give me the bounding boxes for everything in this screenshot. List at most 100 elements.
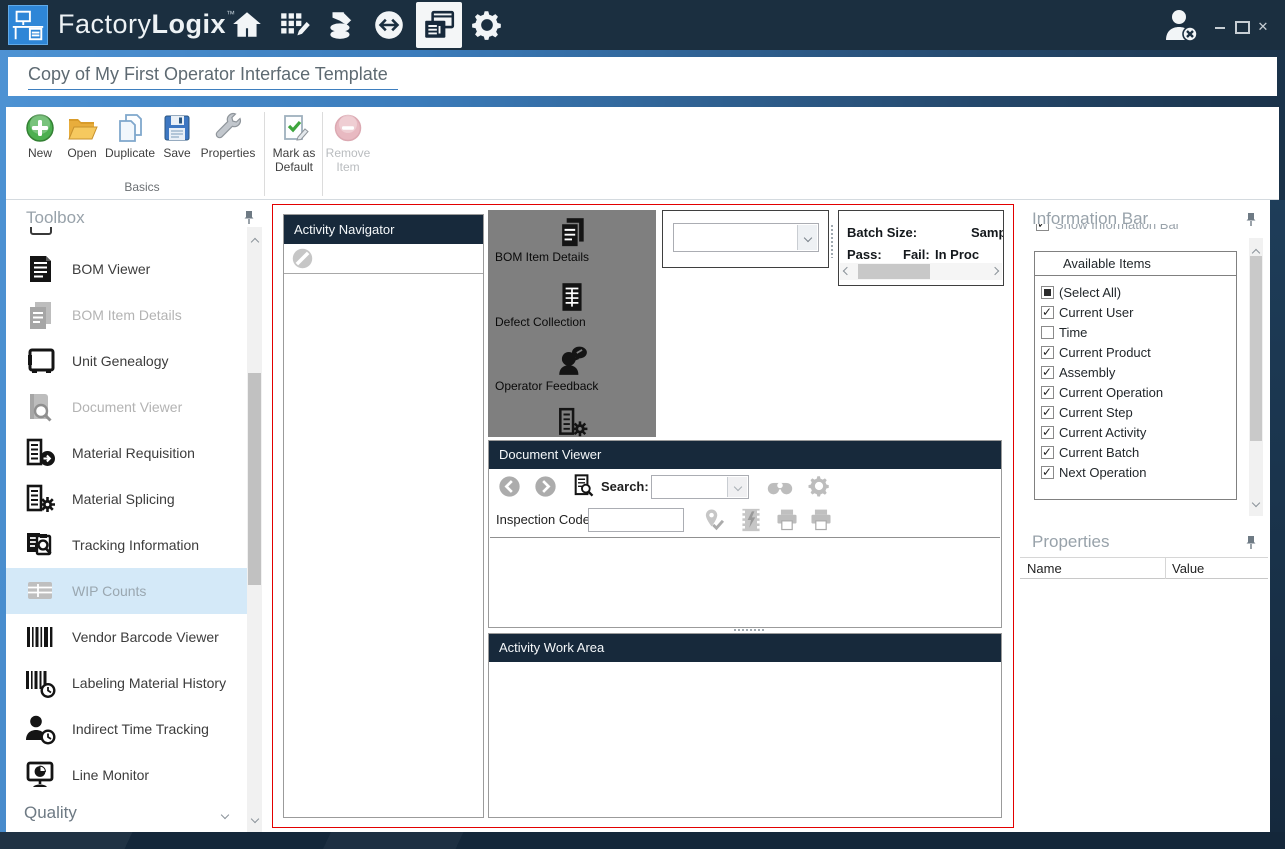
next-operation-checkbox[interactable] bbox=[1041, 466, 1054, 479]
batch-scrollbar-thumb[interactable] bbox=[858, 264, 930, 279]
save-button[interactable]: Save bbox=[158, 112, 196, 160]
current-user-logout-icon[interactable] bbox=[1163, 8, 1201, 44]
show-information-bar-checkbox[interactable] bbox=[1036, 224, 1049, 231]
information-bar-pin-icon[interactable] bbox=[1245, 212, 1257, 232]
toolbox-item-unit-genealogy[interactable]: Unit Genealogy bbox=[6, 338, 247, 384]
properties-button[interactable]: Properties bbox=[196, 112, 260, 160]
available-item-current-step[interactable]: Current Step bbox=[1035, 402, 1236, 422]
operator-interfaces-icon-active[interactable] bbox=[422, 9, 456, 43]
current-operation-checkbox[interactable] bbox=[1041, 386, 1054, 399]
open-button[interactable]: Open bbox=[62, 112, 102, 160]
toolbox-section-quality[interactable]: Quality bbox=[6, 798, 247, 832]
binoculars-icon[interactable] bbox=[767, 478, 793, 496]
available-item-current-operation[interactable]: Current Operation bbox=[1035, 382, 1236, 402]
pin-check-icon[interactable] bbox=[701, 507, 727, 533]
vertical-splitter-handle[interactable] bbox=[830, 224, 834, 258]
toolbox-item-labeling-material-history[interactable]: Labeling Material History bbox=[6, 660, 247, 706]
home-icon[interactable] bbox=[230, 8, 264, 42]
back-button[interactable] bbox=[497, 474, 522, 499]
ribbon-group-label: Basics bbox=[20, 180, 264, 194]
toolbox-item-bom-item-details[interactable]: BOM Item Details bbox=[6, 292, 247, 338]
available-item-time[interactable]: Time bbox=[1035, 322, 1236, 342]
unit-genealogy-icon bbox=[24, 345, 56, 377]
mark-as-default-button[interactable]: Mark as Default bbox=[268, 112, 320, 174]
activity-work-area-panel[interactable]: Activity Work Area bbox=[488, 633, 1002, 818]
horizontal-splitter-handle[interactable] bbox=[733, 628, 765, 632]
search-dropdown-button[interactable] bbox=[727, 477, 747, 497]
print-alt-icon[interactable] bbox=[808, 507, 834, 533]
material-splicing-icon bbox=[24, 483, 56, 515]
current-batch-checkbox[interactable] bbox=[1041, 446, 1054, 459]
toolbox-scrollbar[interactable] bbox=[247, 227, 262, 832]
toolbox-item-tracking-information[interactable]: Tracking Information bbox=[6, 522, 247, 568]
select-all-checkbox[interactable] bbox=[1041, 286, 1054, 299]
toolbox-item-partial[interactable] bbox=[30, 227, 54, 236]
duplicate-button[interactable]: Duplicate bbox=[102, 112, 158, 160]
remove-item-button[interactable]: Remove Item bbox=[324, 112, 372, 174]
toolbox-item-vendor-barcode-viewer[interactable]: Vendor Barcode Viewer bbox=[6, 614, 247, 660]
current-step-checkbox[interactable] bbox=[1041, 406, 1054, 419]
current-activity-checkbox[interactable] bbox=[1041, 426, 1054, 439]
transfer-icon[interactable] bbox=[372, 8, 406, 42]
forward-button[interactable] bbox=[533, 474, 558, 499]
properties-pin-icon[interactable] bbox=[1245, 535, 1257, 555]
available-item-select-all[interactable]: (Select All) bbox=[1035, 282, 1236, 302]
template-title[interactable]: Copy of My First Operator Interface Temp… bbox=[28, 64, 398, 90]
show-information-bar-row[interactable]: Show Information Bar bbox=[1036, 224, 1236, 238]
document-viewer-content[interactable] bbox=[490, 537, 1000, 627]
current-product-checkbox[interactable] bbox=[1041, 346, 1054, 359]
available-item-current-activity[interactable]: Current Activity bbox=[1035, 422, 1236, 442]
assembly-checkbox[interactable] bbox=[1041, 366, 1054, 379]
properties-column-value[interactable]: Value bbox=[1172, 561, 1204, 576]
pass-label: Pass: bbox=[847, 247, 882, 262]
toolbox-item-material-requisition[interactable]: Material Requisition bbox=[6, 430, 247, 476]
toolbox-item-material-splicing[interactable]: Material Splicing bbox=[6, 476, 247, 522]
save-label: Save bbox=[158, 146, 196, 160]
minimize-button[interactable] bbox=[1212, 18, 1228, 34]
template-title-field[interactable]: Copy of My First Operator Interface Temp… bbox=[8, 57, 1277, 96]
available-item-assembly[interactable]: Assembly bbox=[1035, 362, 1236, 382]
properties-wrench-icon bbox=[212, 112, 244, 144]
combobox-dropdown-button[interactable] bbox=[797, 225, 817, 250]
batch-horizontal-scrollbar[interactable] bbox=[840, 263, 1002, 280]
settings-gear-icon[interactable] bbox=[470, 8, 504, 42]
close-button[interactable]: ✕ bbox=[1255, 19, 1271, 35]
document-search-icon[interactable] bbox=[571, 473, 596, 498]
inspection-code-input[interactable] bbox=[588, 508, 684, 532]
toolbox-item-document-viewer[interactable]: Document Viewer bbox=[6, 384, 247, 430]
search-combobox[interactable] bbox=[651, 475, 749, 499]
available-item-current-batch[interactable]: Current Batch bbox=[1035, 442, 1236, 462]
materials-icon[interactable] bbox=[324, 8, 358, 42]
time-checkbox[interactable] bbox=[1041, 326, 1054, 339]
palette-item-operator-feedback[interactable]: Operator Feedback bbox=[488, 344, 656, 401]
activity-palette: BOM Item Details Defect Collection Opera… bbox=[488, 210, 656, 437]
search-settings-gear-icon[interactable] bbox=[807, 474, 831, 498]
available-item-current-user[interactable]: Current User bbox=[1035, 302, 1236, 322]
remove-item-label: Remove Item bbox=[324, 146, 372, 174]
open-icon bbox=[66, 112, 98, 144]
available-item-current-product[interactable]: Current Product bbox=[1035, 342, 1236, 362]
properties-column-divider[interactable] bbox=[1165, 558, 1166, 580]
information-bar-scrollbar[interactable] bbox=[1249, 238, 1263, 516]
new-button[interactable]: New bbox=[20, 112, 60, 160]
properties-column-name[interactable]: Name bbox=[1027, 561, 1062, 576]
print-icon[interactable] bbox=[774, 507, 800, 533]
information-bar-scrollbar-thumb[interactable] bbox=[1250, 256, 1262, 441]
palette-item-defect-collection[interactable]: Defect Collection bbox=[488, 280, 656, 337]
toolbox-item-wip-counts[interactable]: WIP Counts bbox=[6, 568, 247, 614]
available-item-next-operation[interactable]: Next Operation bbox=[1035, 462, 1236, 482]
available-item-label: Current Step bbox=[1059, 405, 1133, 420]
film-lightning-icon[interactable] bbox=[739, 507, 763, 533]
maximize-button[interactable] bbox=[1234, 18, 1250, 34]
toolbox-item-indirect-time-tracking[interactable]: Indirect Time Tracking bbox=[6, 706, 247, 752]
properties-grid-body[interactable] bbox=[1020, 579, 1268, 832]
widget-combobox[interactable] bbox=[673, 223, 819, 252]
toolbox-scrollbar-thumb[interactable] bbox=[248, 373, 261, 585]
toolbox-item-line-monitor[interactable]: Line Monitor bbox=[6, 752, 247, 798]
current-user-checkbox[interactable] bbox=[1041, 306, 1054, 319]
toolbox-item-bom-viewer[interactable]: BOM Viewer bbox=[6, 246, 247, 292]
production-definitions-icon[interactable] bbox=[278, 8, 312, 42]
activity-navigator-panel[interactable]: Activity Navigator bbox=[283, 214, 484, 818]
palette-item-bom-item-details[interactable]: BOM Item Details bbox=[488, 215, 656, 272]
window-frame-right bbox=[1270, 200, 1285, 832]
